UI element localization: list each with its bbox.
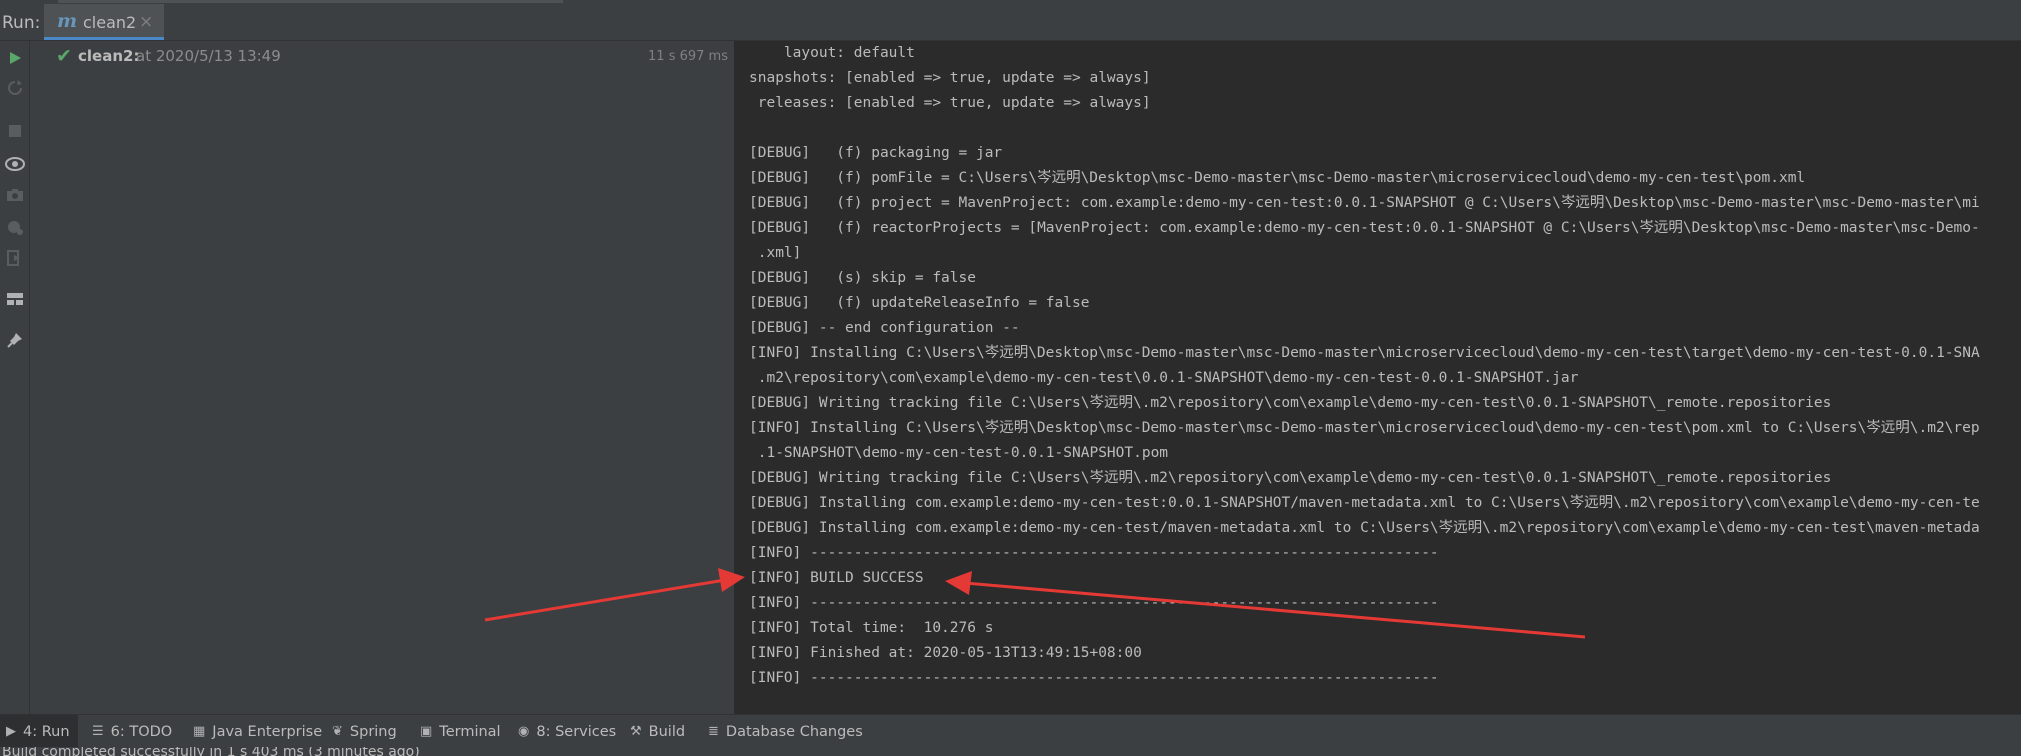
console-line: [DEBUG] (s) skip = false: [749, 270, 976, 286]
eye-icon[interactable]: [4, 153, 26, 175]
pin-icon[interactable]: [4, 329, 26, 351]
run-tree-panel: ✔ clean2: at 2020/5/13 13:49 11 s 697 ms: [30, 41, 735, 714]
console-line: [DEBUG] (f) reactorProjects = [MavenProj…: [749, 220, 1980, 236]
console-line: [INFO] ---------------------------------…: [749, 670, 1439, 686]
rerun-failed-icon[interactable]: [4, 77, 26, 99]
tab-java-enterprise[interactable]: ▦ Java Enterprise: [193, 715, 322, 748]
camera-icon[interactable]: [4, 184, 26, 206]
hammer-icon: ⚒: [630, 724, 642, 739]
run-tool-header: Run: m clean2 ×: [0, 4, 2021, 41]
run-icon: ▶: [6, 724, 16, 739]
console-line: .m2\repository\com\example\demo-my-cen-t…: [749, 370, 1579, 386]
console-line: [DEBUG] (f) project = MavenProject: com.…: [749, 195, 1980, 211]
tab-spring[interactable]: ❦ Spring: [332, 715, 397, 748]
run-left-toolbar: [0, 41, 30, 714]
console-line: .1-SNAPSHOT\demo-my-cen-test-0.0.1-SNAPS…: [749, 445, 1169, 461]
console-line: [INFO] ---------------------------------…: [749, 545, 1439, 561]
java-enterprise-icon: ▦: [193, 724, 206, 739]
tab-services-label: 8: Services: [536, 723, 617, 740]
console-line: [INFO] Total time: 10.276 s: [749, 620, 994, 636]
console-line: [DEBUG] (f) updateReleaseInfo = false: [749, 295, 1090, 311]
console-line: layout: default: [749, 45, 915, 61]
tab-todo-label: 6: TODO: [110, 723, 173, 740]
check-icon: ✔: [56, 45, 72, 67]
console-line: [INFO] Installing C:\Users\岑远明\Desktop\m…: [749, 345, 1980, 361]
layout-icon[interactable]: [4, 288, 26, 310]
status-bar: Build completed successfully in 1 s 403 …: [0, 747, 2021, 756]
console-line: [DEBUG] Installing com.example:demo-my-c…: [749, 495, 1980, 511]
tab-build-label: Build: [648, 723, 686, 740]
spring-leaf-icon: ❦: [332, 724, 343, 739]
tab-database-changes-label: Database Changes: [725, 723, 863, 740]
console-line: snapshots: [enabled => true, update => a…: [749, 70, 1151, 86]
run-config-tab-label: clean2: [83, 13, 137, 32]
close-icon[interactable]: ×: [139, 12, 153, 32]
maven-m-icon: m: [57, 10, 78, 32]
tab-services[interactable]: ◉ 8: Services: [518, 715, 616, 748]
console-line: [DEBUG] Writing tracking file C:\Users\岑…: [749, 395, 1832, 411]
terminal-icon: ▣: [420, 724, 433, 739]
database-changes-icon: ≣: [708, 724, 719, 739]
list-icon: ☰: [92, 724, 104, 739]
tab-spring-label: Spring: [349, 723, 397, 740]
console-line: [DEBUG] -- end configuration --: [749, 320, 1020, 336]
console-line: [INFO] Finished at: 2020-05-13T13:49:15+…: [749, 645, 1142, 661]
console-output[interactable]: layout: default snapshots: [enabled => t…: [735, 41, 2021, 714]
tab-terminal-label: Terminal: [439, 723, 501, 740]
debug-settings-icon[interactable]: [4, 216, 26, 238]
console-line: releases: [enabled => true, update => al…: [749, 95, 1151, 111]
status-text: Build completed successfully in 1 s 403 …: [2, 747, 420, 756]
tab-run[interactable]: ▶ 4: Run: [0, 715, 78, 748]
tree-item-duration: 11 s 697 ms: [648, 49, 728, 64]
run-label: Run:: [2, 13, 41, 33]
console-line: [DEBUG] Installing com.example:demo-my-c…: [749, 520, 1980, 536]
tree-item-detail: at 2020/5/13 13:49: [136, 47, 281, 65]
tab-run-label: 4: Run: [23, 723, 70, 740]
tool-window-bar: ▶ 4: Run ☰ 6: TODO ▦ Java Enterprise ❦ S…: [0, 714, 2021, 748]
console-line: [DEBUG] (f) packaging = jar: [749, 145, 1003, 161]
tree-item-name: clean2:: [78, 47, 140, 65]
console-line: .xml]: [749, 245, 802, 261]
tab-build[interactable]: ⚒ Build: [630, 715, 685, 748]
top-strip-marker: [58, 0, 563, 3]
console-line: [DEBUG] Writing tracking file C:\Users\岑…: [749, 470, 1832, 486]
console-line: [INFO] Installing C:\Users\岑远明\Desktop\m…: [749, 420, 1980, 436]
console-line: [INFO] ---------------------------------…: [749, 595, 1439, 611]
rerun-icon[interactable]: [4, 47, 26, 69]
tab-terminal[interactable]: ▣ Terminal: [420, 715, 501, 748]
console-line: [DEBUG] (f) pomFile = C:\Users\岑远明\Deskt…: [749, 170, 1806, 186]
stop-icon[interactable]: [4, 120, 26, 142]
exit-icon[interactable]: [4, 247, 26, 269]
tab-todo[interactable]: ☰ 6: TODO: [92, 715, 172, 748]
build-success-line: [INFO] BUILD SUCCESS: [749, 570, 924, 586]
services-icon: ◉: [518, 724, 530, 739]
tab-database-changes[interactable]: ≣ Database Changes: [708, 715, 863, 748]
tab-java-enterprise-label: Java Enterprise: [212, 723, 323, 740]
tree-item-clean2[interactable]: ✔ clean2: at 2020/5/13 13:49 11 s 697 ms: [30, 43, 734, 69]
run-config-tab[interactable]: m clean2 ×: [44, 4, 164, 40]
